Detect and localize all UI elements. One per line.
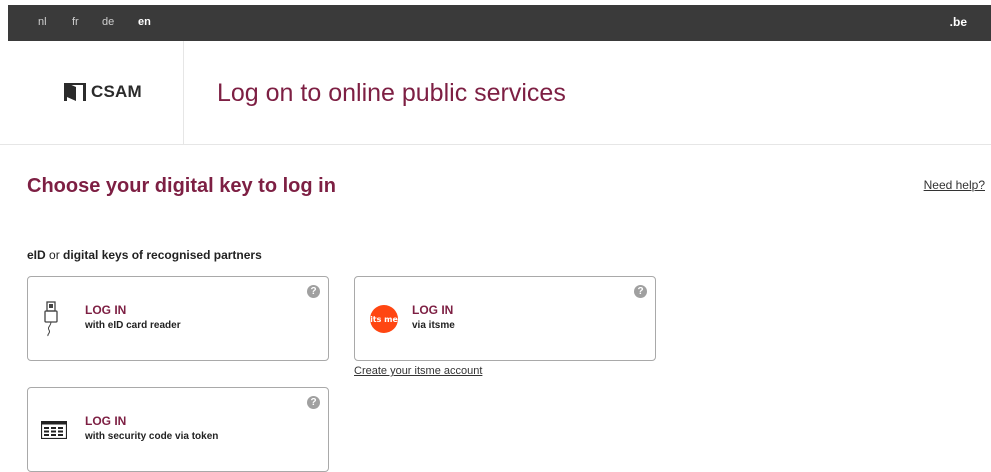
- logo-area: CSAM: [0, 41, 184, 145]
- language-de[interactable]: de: [102, 16, 114, 28]
- subtitle-or: or: [45, 248, 64, 262]
- page-header: CSAM Log on to online public services: [0, 41, 991, 145]
- language-bar: nl fr de en .be: [8, 5, 991, 41]
- language-fr[interactable]: fr: [72, 16, 79, 28]
- card-title: LOG IN: [85, 414, 127, 428]
- card-subtitle: via itsme: [412, 320, 455, 331]
- login-itsme-button[interactable]: ? its me LOG IN via itsme: [354, 276, 656, 361]
- csam-door-icon: [64, 83, 86, 101]
- need-help-link[interactable]: Need help?: [924, 178, 985, 192]
- login-security-token-button[interactable]: ? LOG IN with security code via token: [27, 387, 329, 472]
- help-question-icon[interactable]: ?: [307, 396, 320, 409]
- itsme-logo-text: its me: [370, 315, 398, 324]
- section-title: Choose your digital key to log in: [27, 175, 336, 197]
- help-question-icon[interactable]: ?: [634, 285, 647, 298]
- language-en[interactable]: en: [138, 16, 151, 28]
- language-nl[interactable]: nl: [38, 16, 47, 28]
- subtitle-eid: eID: [27, 248, 46, 262]
- login-options-subtitle: eID or digital keys of recognised partne…: [27, 248, 262, 262]
- csam-logo[interactable]: CSAM: [64, 81, 142, 103]
- help-question-icon[interactable]: ?: [307, 285, 320, 298]
- page-title: Log on to online public services: [217, 79, 566, 107]
- card-subtitle: with eID card reader: [85, 320, 181, 331]
- logo-text: CSAM: [91, 82, 142, 101]
- login-eid-card-reader-button[interactable]: ? LOG IN with eID card reader: [27, 276, 329, 361]
- belgium-domain-badge[interactable]: .be: [950, 15, 967, 29]
- token-card-icon: [40, 412, 68, 448]
- card-title: LOG IN: [412, 303, 454, 317]
- itsme-logo-icon: its me: [369, 301, 399, 337]
- card-reader-icon: [40, 301, 64, 337]
- create-itsme-account-link[interactable]: Create your itsme account: [354, 365, 482, 377]
- card-title: LOG IN: [85, 303, 127, 317]
- card-subtitle: with security code via token: [85, 431, 219, 442]
- subtitle-partners: digital keys of recognised partners: [63, 248, 262, 262]
